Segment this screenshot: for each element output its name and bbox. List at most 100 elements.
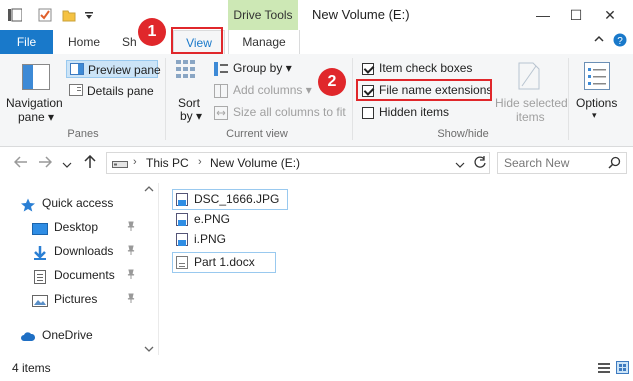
options-icon — [584, 62, 610, 93]
sort-by-label-2: by ▾ — [180, 109, 203, 123]
nav-downloads[interactable]: Downloads — [32, 240, 113, 262]
tab-file[interactable]: File — [0, 30, 53, 54]
pin-icon[interactable] — [126, 269, 136, 282]
hidden-items-label: Hidden items — [379, 105, 450, 119]
ribbon-separator — [165, 58, 166, 140]
nav-onedrive[interactable]: OneDrive — [20, 324, 93, 346]
size-all-columns-button: Size all columns to fit — [214, 104, 346, 123]
details-pane-icon — [69, 84, 83, 99]
nav-onedrive-label: OneDrive — [42, 328, 93, 342]
options-button[interactable]: Options ▾ — [572, 60, 624, 126]
item-check-boxes-label: Item check boxes — [379, 61, 473, 75]
list-item[interactable]: DSC_1666.JPG — [176, 189, 279, 209]
pane-divider — [158, 183, 159, 355]
group-by-icon — [214, 62, 228, 79]
list-item[interactable]: i.PNG — [176, 229, 226, 249]
preview-pane-icon — [70, 63, 84, 78]
navigation-pane-label: Navigation — [6, 96, 63, 110]
hide-selected-label: Hide selected — [495, 96, 568, 110]
address-dropdown-icon[interactable] — [455, 158, 465, 172]
size-columns-icon — [214, 106, 228, 123]
breadcrumb-new-volume[interactable]: New Volume (E:) — [210, 156, 300, 170]
ribbon-separator — [568, 58, 569, 140]
image-file-icon — [176, 233, 188, 247]
large-icons-view-icon[interactable] — [616, 361, 629, 377]
pin-icon[interactable] — [126, 293, 136, 306]
properties-icon[interactable] — [38, 8, 52, 22]
image-file-icon — [176, 193, 188, 207]
hidden-items-toggle[interactable]: Hidden items — [360, 104, 490, 122]
documents-icon — [32, 269, 48, 284]
sort-by-button[interactable]: Sort by ▾ — [176, 94, 206, 124]
preview-pane-button[interactable]: Preview pane — [66, 60, 161, 78]
document-file-icon — [176, 256, 188, 270]
search-placeholder: Search New — [504, 156, 570, 170]
status-item-count: 4 items — [12, 361, 51, 375]
pictures-icon — [32, 293, 48, 307]
customize-quick-access-icon[interactable] — [84, 8, 98, 22]
current-view-group-label: Current view — [226, 128, 288, 140]
nav-pictures[interactable]: Pictures — [32, 288, 97, 310]
hide-selected-label-2: items — [516, 110, 545, 124]
file-name: DSC_1666.JPG — [194, 192, 280, 206]
details-pane-label: Details pane — [87, 84, 154, 98]
group-by-label: Group by ▾ — [233, 61, 292, 75]
hidden-items-checkbox[interactable] — [362, 107, 374, 119]
recent-locations-icon[interactable] — [62, 158, 72, 172]
panes-group-label: Panes — [67, 128, 99, 140]
add-columns-icon — [214, 84, 228, 101]
step-badge-1: 1 — [138, 18, 166, 46]
drive-icon — [112, 158, 128, 172]
up-arrow-icon[interactable] — [84, 154, 96, 172]
file-explorer-icon — [8, 8, 23, 22]
svg-text:?: ? — [617, 36, 623, 47]
file-name: e.PNG — [194, 212, 231, 226]
pin-icon[interactable] — [126, 221, 136, 234]
breadcrumb-separator[interactable]: › — [198, 156, 202, 168]
help-icon[interactable]: ? — [613, 33, 627, 50]
tab-manage[interactable]: Manage — [228, 30, 300, 54]
forward-arrow-icon[interactable] — [38, 156, 53, 171]
nav-desktop[interactable]: Desktop — [32, 216, 98, 238]
search-input[interactable]: Search New — [497, 152, 627, 174]
cloud-icon — [20, 329, 36, 343]
nav-quick-access-label: Quick access — [42, 196, 114, 210]
nav-downloads-label: Downloads — [54, 244, 114, 258]
nav-pictures-label: Pictures — [54, 292, 98, 306]
desktop-icon — [32, 221, 48, 235]
hide-selected-icon — [518, 62, 540, 93]
file-name: Part 1.docx — [194, 255, 255, 269]
options-label: Options — [576, 96, 618, 110]
close-button[interactable]: ✕ — [587, 0, 633, 30]
details-pane-button[interactable]: Details pane — [66, 82, 158, 100]
preview-pane-label: Preview pane — [88, 63, 161, 77]
tab-home[interactable]: Home — [62, 30, 106, 54]
pin-icon[interactable] — [126, 245, 136, 258]
group-by-button[interactable]: Group by ▾ — [214, 60, 304, 78]
breadcrumb-separator[interactable]: › — [133, 156, 137, 168]
navigation-pane-label-2: pane ▾ — [18, 110, 55, 124]
item-check-boxes-toggle[interactable]: Item check boxes — [360, 60, 490, 78]
show-hide-group-label: Show/hide — [437, 128, 489, 140]
breadcrumb-this-pc[interactable]: This PC — [146, 156, 189, 170]
new-folder-icon[interactable] — [62, 8, 76, 22]
file-extensions-highlight — [356, 79, 492, 101]
nav-quick-access[interactable]: Quick access — [20, 192, 113, 214]
details-view-icon[interactable] — [598, 362, 610, 377]
window-title: New Volume (E:) — [312, 7, 410, 22]
search-icon[interactable] — [608, 156, 621, 172]
item-check-boxes-checkbox[interactable] — [362, 63, 374, 75]
collapse-ribbon-icon[interactable] — [594, 34, 604, 47]
list-item[interactable]: Part 1.docx — [176, 252, 255, 272]
refresh-icon[interactable] — [473, 155, 487, 172]
add-columns-button: Add columns ▾ — [214, 82, 314, 100]
layout-icon[interactable] — [176, 60, 198, 87]
navigation-pane-button[interactable]: Navigation pane ▾ — [6, 60, 66, 126]
drive-tools-label: Drive Tools — [233, 8, 293, 22]
back-arrow-icon[interactable] — [13, 156, 28, 171]
list-item[interactable]: e.PNG — [176, 209, 230, 229]
nav-documents[interactable]: Documents — [32, 264, 115, 286]
nav-scrollbar[interactable] — [142, 183, 156, 355]
options-dropdown-arrow: ▾ — [592, 110, 597, 120]
download-icon — [32, 245, 48, 260]
